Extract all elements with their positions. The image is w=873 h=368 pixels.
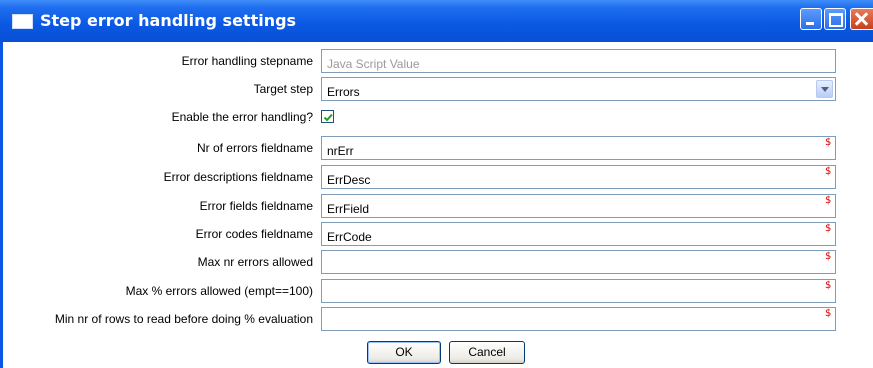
variable-icon: $	[825, 280, 832, 291]
max-errors-field[interactable]	[321, 250, 836, 274]
variable-icon: $	[825, 223, 832, 234]
label-min-rows: Min nr of rows to read before doing % ev…	[54, 312, 313, 326]
label-max-percent: Max % errors allowed (empt==100)	[125, 284, 313, 298]
window-icon	[12, 14, 33, 29]
label-enable: Enable the error handling?	[171, 110, 313, 124]
window-title: Step error handling settings	[40, 11, 297, 30]
minimize-button[interactable]	[800, 8, 822, 30]
row-max-errors: Max nr errors allowed $	[3, 250, 873, 276]
row-min-rows: Min nr of rows to read before doing % ev…	[3, 307, 873, 333]
variable-icon: $	[825, 308, 832, 319]
label-error-fields: Error fields fieldname	[199, 199, 313, 213]
label-stepname: Error handling stepname	[181, 54, 313, 68]
stepname-field[interactable]: Java Script Value	[321, 49, 836, 73]
check-icon	[323, 113, 333, 122]
variable-icon: $	[825, 137, 832, 148]
label-error-codes: Error codes fieldname	[195, 227, 313, 241]
dialog-window: Step error handling settings Error handl…	[0, 0, 873, 368]
chevron-down-icon[interactable]	[816, 80, 833, 98]
variable-icon: $	[825, 166, 832, 177]
error-codes-field[interactable]: ErrCode	[321, 222, 836, 246]
variable-icon: $	[825, 195, 832, 206]
row-error-descriptions: Error descriptions fieldname ErrDesc $	[3, 165, 873, 191]
min-rows-field[interactable]	[321, 307, 836, 331]
row-nr-errors: Nr of errors fieldname nrErr $	[3, 136, 873, 162]
target-step-select[interactable]: Errors	[321, 77, 836, 101]
close-button[interactable]	[850, 8, 873, 30]
row-error-codes: Error codes fieldname ErrCode $	[3, 222, 873, 248]
label-max-errors: Max nr errors allowed	[197, 255, 313, 269]
ok-button[interactable]: OK	[367, 341, 441, 364]
variable-icon: $	[825, 251, 832, 262]
error-fields-field[interactable]: ErrField	[321, 194, 836, 218]
title-bar[interactable]: Step error handling settings	[0, 0, 873, 42]
nr-errors-field[interactable]: nrErr	[321, 136, 836, 160]
target-step-value: Errors	[327, 85, 360, 99]
row-target-step: Target step Errors	[3, 77, 873, 103]
error-descriptions-field[interactable]: ErrDesc	[321, 165, 836, 189]
max-percent-field[interactable]	[321, 279, 836, 303]
label-target-step: Target step	[253, 82, 313, 96]
label-nr-errors: Nr of errors fieldname	[196, 141, 313, 155]
row-stepname: Error handling stepname Java Script Valu…	[3, 49, 873, 75]
row-error-fields: Error fields fieldname ErrField $	[3, 194, 873, 220]
row-max-percent: Max % errors allowed (empt==100) $	[3, 279, 873, 305]
cancel-button[interactable]: Cancel	[449, 341, 525, 364]
row-enable: Enable the error handling?	[3, 108, 873, 134]
label-error-descriptions: Error descriptions fieldname	[163, 170, 313, 184]
enable-checkbox[interactable]	[321, 110, 334, 123]
maximize-button[interactable]	[824, 8, 846, 30]
